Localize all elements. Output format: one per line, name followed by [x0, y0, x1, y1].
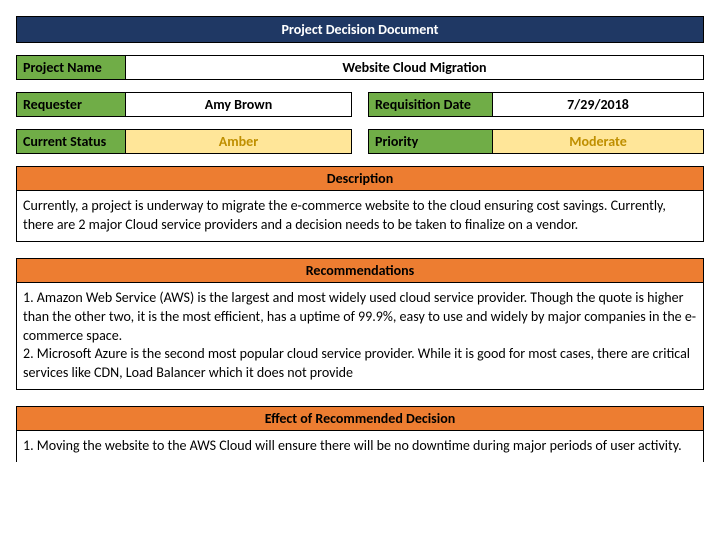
description-body[interactable]: Currently, a project is underway to migr… [16, 191, 704, 242]
priority-label: Priority [368, 129, 493, 154]
priority-value[interactable]: Moderate [493, 129, 704, 154]
project-name-field: Project Name Website Cloud Migration [16, 55, 704, 80]
current-status-label: Current Status [16, 129, 126, 154]
recommendations-section: Recommendations 1. Amazon Web Service (A… [16, 258, 704, 390]
description-section: Description Currently, a project is unde… [16, 166, 704, 242]
current-status-field: Current Status Amber [16, 129, 352, 154]
requester-field: Requester Amy Brown [16, 92, 352, 117]
current-status-value[interactable]: Amber [126, 129, 352, 154]
description-header: Description [16, 166, 704, 191]
project-name-value[interactable]: Website Cloud Migration [126, 55, 704, 80]
requester-label: Requester [16, 92, 126, 117]
recommendations-header: Recommendations [16, 258, 704, 283]
effect-section: Effect of Recommended Decision 1. Moving… [16, 406, 704, 462]
document-title: Project Decision Document [16, 16, 704, 43]
recommendations-body[interactable]: 1. Amazon Web Service (AWS) is the large… [16, 283, 704, 390]
priority-field: Priority Moderate [368, 129, 704, 154]
requester-value[interactable]: Amy Brown [126, 92, 352, 117]
effect-header: Effect of Recommended Decision [16, 406, 704, 431]
requisition-date-field: Requisition Date 7/29/2018 [368, 92, 704, 117]
project-name-label: Project Name [16, 55, 126, 80]
requisition-date-value[interactable]: 7/29/2018 [493, 92, 704, 117]
effect-body[interactable]: 1. Moving the website to the AWS Cloud w… [16, 431, 704, 462]
requisition-date-label: Requisition Date [368, 92, 493, 117]
